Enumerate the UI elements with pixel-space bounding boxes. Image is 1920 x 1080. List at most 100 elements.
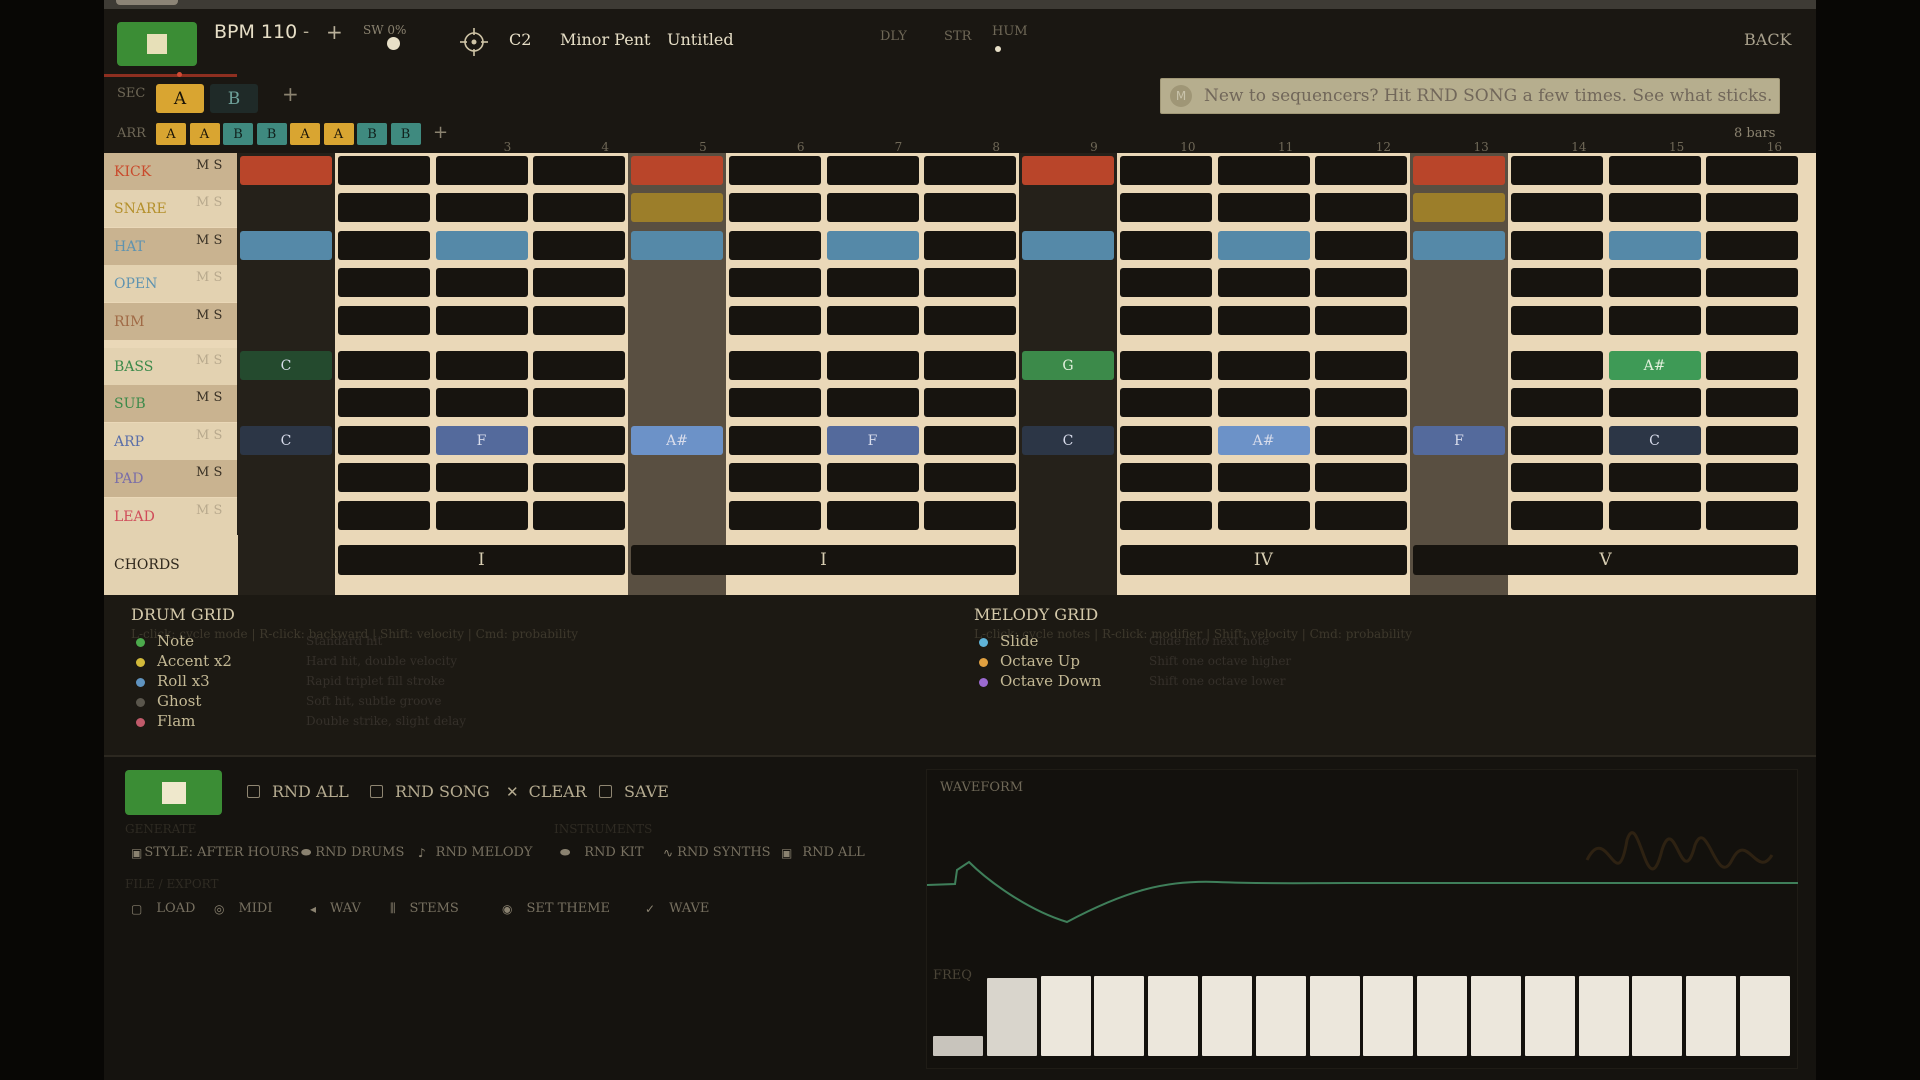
step-cell[interactable] — [1706, 156, 1799, 185]
step-cell[interactable] — [337, 268, 430, 297]
lane-hat[interactable]: HAT M S — [104, 228, 238, 265]
step-cell[interactable] — [1119, 426, 1212, 455]
step-cell[interactable] — [728, 306, 821, 335]
step-cell[interactable] — [1706, 268, 1799, 297]
step-cell[interactable] — [1217, 463, 1310, 492]
step-cell[interactable] — [1510, 426, 1603, 455]
wav-export-button[interactable]: ◂ WAV — [310, 901, 361, 916]
step-cell[interactable] — [435, 351, 528, 380]
step-cell[interactable] — [728, 193, 821, 222]
step-cell[interactable] — [1706, 351, 1799, 380]
step-cell[interactable] — [533, 268, 626, 297]
step-cell[interactable] — [533, 426, 626, 455]
add-section-button[interactable]: + — [282, 82, 299, 106]
rnd-all-button[interactable]: RND ALL — [247, 782, 349, 801]
step-cell[interactable] — [728, 231, 821, 260]
step-cell[interactable] — [631, 193, 723, 222]
step-cell[interactable] — [1608, 268, 1701, 297]
step-cell[interactable] — [533, 306, 626, 335]
step-cell[interactable] — [1217, 268, 1310, 297]
stop-button-large[interactable] — [125, 770, 222, 815]
step-cell[interactable] — [728, 351, 821, 380]
mute-solo-buttons[interactable]: M S — [196, 233, 222, 248]
lane-snare[interactable]: SNARE M S — [104, 190, 238, 227]
step-cell[interactable]: F — [826, 426, 919, 455]
mute-solo-buttons[interactable]: M S — [196, 428, 222, 443]
step-cell[interactable]: A# — [631, 426, 723, 455]
mute-solo-buttons[interactable]: M S — [196, 270, 222, 285]
step-cell[interactable] — [1119, 193, 1212, 222]
step-cell[interactable] — [1706, 193, 1799, 222]
step-cell[interactable]: G — [1022, 351, 1114, 380]
step-cell[interactable] — [337, 156, 430, 185]
save-button[interactable]: SAVE — [599, 782, 669, 801]
step-cell[interactable] — [435, 463, 528, 492]
step-cell[interactable] — [337, 388, 430, 417]
step-cell[interactable] — [924, 388, 1017, 417]
step-cell[interactable] — [826, 193, 919, 222]
fx-stereo-toggle[interactable]: STR — [944, 29, 971, 44]
step-cell[interactable] — [1706, 231, 1799, 260]
lane-pad[interactable]: PAD M S — [104, 460, 238, 497]
step-cell[interactable] — [1706, 463, 1799, 492]
mute-solo-buttons[interactable]: M S — [196, 353, 222, 368]
key-selector[interactable]: C2 — [509, 30, 531, 49]
section-b-button[interactable]: B — [210, 84, 258, 113]
step-cell[interactable] — [1217, 501, 1310, 530]
step-cell[interactable] — [1217, 388, 1310, 417]
step-cell[interactable] — [924, 351, 1017, 380]
step-cell[interactable] — [1315, 231, 1408, 260]
mute-solo-buttons[interactable]: M S — [196, 195, 222, 210]
fx-hum-toggle[interactable]: HUM — [992, 24, 1028, 39]
step-cell[interactable] — [1119, 388, 1212, 417]
stems-export-button[interactable]: ⫼ STEMS — [390, 901, 459, 916]
step-cell[interactable] — [240, 231, 332, 260]
lane-open[interactable]: OPEN M S — [104, 265, 238, 302]
step-cell[interactable] — [631, 231, 723, 260]
step-cell[interactable] — [1119, 351, 1212, 380]
chord-block[interactable]: I — [631, 545, 1016, 575]
step-cell[interactable] — [1608, 463, 1701, 492]
step-cell[interactable]: A# — [1217, 426, 1310, 455]
bpm-increase-button[interactable]: + — [326, 20, 343, 44]
step-cell[interactable] — [1315, 351, 1408, 380]
wave-button[interactable]: ✓ WAVE — [645, 901, 709, 916]
step-cell[interactable] — [826, 463, 919, 492]
step-cell[interactable] — [1315, 306, 1408, 335]
step-cell[interactable] — [728, 388, 821, 417]
step-cell[interactable]: C — [1022, 426, 1114, 455]
step-cell[interactable] — [435, 268, 528, 297]
step-cell[interactable] — [1510, 268, 1603, 297]
step-cell[interactable] — [1510, 231, 1603, 260]
step-cell[interactable] — [435, 306, 528, 335]
bpm-decrease-button[interactable]: - — [303, 22, 309, 42]
rnd-melody-button[interactable]: ♪ RND MELODY — [418, 845, 533, 860]
step-cell[interactable] — [1119, 306, 1212, 335]
step-cell[interactable] — [1119, 268, 1212, 297]
midi-export-button[interactable]: ◎ MIDI — [214, 901, 273, 916]
stop-button[interactable] — [117, 22, 197, 66]
step-cell[interactable] — [240, 156, 332, 185]
step-cell[interactable] — [728, 156, 821, 185]
step-cell[interactable] — [1510, 306, 1603, 335]
step-cell[interactable] — [1315, 426, 1408, 455]
step-cell[interactable] — [435, 231, 528, 260]
step-cell[interactable] — [435, 501, 528, 530]
fx-delay-toggle[interactable]: DLY — [880, 29, 907, 44]
mute-solo-buttons[interactable]: M S — [196, 308, 222, 323]
step-cell[interactable] — [533, 156, 626, 185]
step-cell[interactable] — [1510, 388, 1603, 417]
step-cell[interactable] — [1510, 463, 1603, 492]
step-cell[interactable] — [1315, 388, 1408, 417]
step-cell[interactable] — [826, 501, 919, 530]
step-cell[interactable] — [337, 193, 430, 222]
step-cell[interactable] — [533, 193, 626, 222]
step-cell[interactable] — [435, 156, 528, 185]
step-cell[interactable]: C — [240, 426, 332, 455]
step-cell[interactable] — [1119, 231, 1212, 260]
step-cell[interactable] — [1608, 193, 1701, 222]
scale-selector[interactable]: Minor Pent — [560, 30, 650, 49]
step-cell[interactable] — [1413, 193, 1505, 222]
rnd-kit-button[interactable]: ⬬ RND KIT — [560, 845, 644, 860]
step-cell[interactable] — [1022, 156, 1114, 185]
